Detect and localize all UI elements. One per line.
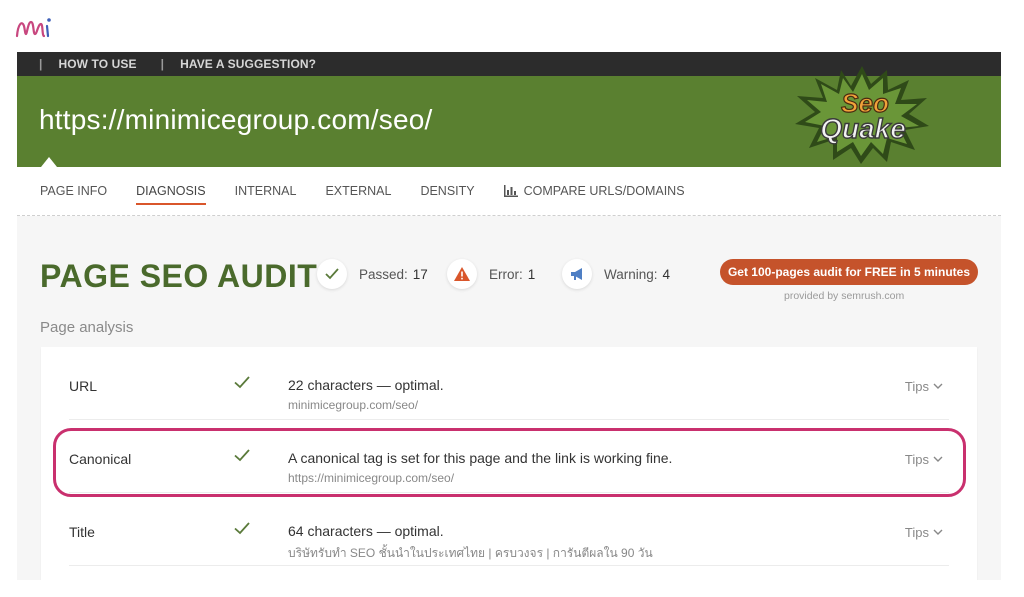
row-result: 64 characters — optimal.: [288, 523, 444, 539]
tips-label: Tips: [904, 525, 929, 540]
error-label: Error:: [489, 266, 523, 282]
tips-label: Tips: [904, 452, 929, 467]
check-icon: [234, 449, 250, 462]
table-row: Title 64 characters — optimal. บริษัทรับ…: [41, 493, 977, 566]
free-audit-button[interactable]: Get 100-pages audit for FREE in 5 minute…: [720, 259, 978, 285]
tips-label: Tips: [904, 379, 929, 394]
tab-density[interactable]: DENSITY: [420, 184, 474, 198]
check-icon: [234, 376, 250, 389]
alert-triangle-icon: [447, 259, 477, 289]
row-name: URL: [69, 378, 98, 394]
table-row: Canonical A canonical tag is set for thi…: [41, 420, 977, 493]
chevron-down-icon: [933, 529, 943, 535]
row-detail: บริษัทรับทำ SEO ชั้นนำในประเทศไทย | ครบว…: [288, 546, 653, 560]
warning-count: 4: [662, 266, 671, 282]
tab-bar: PAGE INFO DIAGNOSIS INTERNAL EXTERNAL DE…: [17, 167, 1001, 216]
tab-external[interactable]: EXTERNAL: [325, 184, 391, 198]
check-icon: [317, 259, 347, 289]
row-name: Title: [69, 524, 95, 540]
tips-toggle[interactable]: Tips: [905, 379, 943, 394]
chevron-down-icon: [933, 456, 943, 462]
nav-separator: |: [39, 57, 43, 71]
nav-separator: |: [160, 57, 165, 71]
seoquake-logo: Seo Quake: [795, 66, 929, 164]
error-stat: Error: 1: [447, 259, 535, 289]
warning-label: Warning:: [604, 266, 658, 282]
chevron-down-icon: [933, 383, 943, 389]
page-header: https://minimicegroup.com/seo/ Seo Quake: [17, 66, 1001, 167]
check-icon: [234, 522, 250, 535]
audit-summary: PAGE SEO AUDIT Passed: 17 Error: 1 Warni…: [17, 252, 1001, 312]
error-count: 1: [527, 266, 536, 282]
passed-stat: Passed: 17: [317, 259, 428, 289]
tab-compare-urls[interactable]: COMPARE URLS/DOMAINS: [503, 184, 685, 198]
page-url: https://minimicegroup.com/seo/: [39, 104, 433, 135]
brand-logo-icon: [15, 18, 51, 38]
bar-chart-icon: [503, 185, 518, 197]
row-result: 22 characters — optimal.: [288, 377, 444, 393]
provided-by-text: provided by semrush.com: [784, 290, 905, 302]
row-divider: [69, 565, 949, 566]
tips-toggle[interactable]: Tips: [905, 452, 943, 467]
row-detail: minimicegroup.com/seo/: [288, 398, 419, 412]
tab-compare-label: COMPARE URLS/DOMAINS: [523, 184, 685, 198]
tab-diagnosis[interactable]: DIAGNOSIS: [136, 184, 207, 205]
row-detail: https://minimicegroup.com/seo/: [288, 471, 455, 485]
row-result: A canonical tag is set for this page and…: [288, 450, 673, 466]
tab-page-info[interactable]: PAGE INFO: [40, 184, 107, 198]
seoquake-logo-quake: Quake: [820, 113, 906, 144]
passed-count: 17: [412, 266, 428, 282]
tab-internal[interactable]: INTERNAL: [235, 184, 297, 198]
tips-toggle[interactable]: Tips: [905, 525, 943, 540]
analysis-table: URL 22 characters — optimal. minimicegro…: [41, 347, 977, 580]
table-row: URL 22 characters — optimal. minimicegro…: [41, 347, 977, 420]
megaphone-icon: [562, 259, 592, 289]
page-title: PAGE SEO AUDIT: [40, 258, 318, 294]
tab-notch: [41, 157, 57, 167]
passed-label: Passed:: [359, 266, 408, 282]
suggestion-link[interactable]: HAVE A SUGGESTION?: [180, 57, 316, 71]
section-label: Page analysis: [40, 319, 134, 336]
row-name: Canonical: [69, 451, 132, 467]
warning-stat: Warning: 4: [562, 259, 670, 289]
how-to-use-link[interactable]: HOW TO USE: [58, 57, 136, 71]
seoquake-window: | HOW TO USE | HAVE A SUGGESTION? https:…: [17, 52, 1001, 580]
